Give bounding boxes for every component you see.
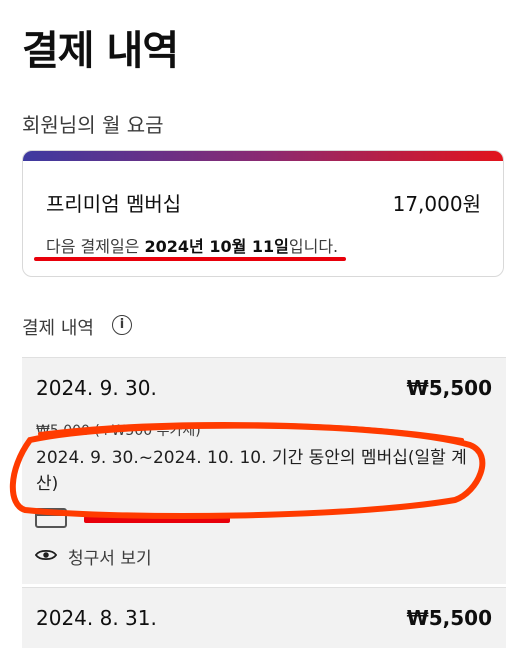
card-gradient-bar	[23, 151, 503, 161]
payment-description: 2024. 9. 30.~2024. 10. 10. 기간 동안의 멤버십(일할…	[36, 448, 467, 494]
redaction-bar	[84, 516, 230, 523]
view-invoice-link[interactable]: 청구서 보기	[68, 544, 152, 569]
plan-price: 17,000원	[392, 192, 481, 216]
payment-amount: ₩5,500	[406, 376, 492, 400]
history-item: 2024. 8. 31. ₩5,500	[22, 587, 506, 648]
next-billing-prefix: 다음 결제일은	[46, 237, 145, 256]
eye-icon[interactable]	[35, 548, 57, 562]
history-item: 2024. 9. 30. ₩5,500 ₩5,000 (+₩500 부가세) 2…	[22, 357, 506, 584]
history-label: 결제 내역	[22, 318, 94, 339]
monthly-fee-label: 회원님의 월 요금	[22, 113, 164, 137]
page-title: 결제 내역	[22, 28, 179, 74]
payment-date: 2024. 9. 30.	[36, 376, 157, 400]
underline-annotation	[34, 257, 346, 261]
payment-history-list: 2024. 9. 30. ₩5,500 ₩5,000 (+₩500 부가세) 2…	[22, 357, 506, 648]
info-icon[interactable]: i	[112, 315, 132, 335]
next-billing-date: 2024년 10월 11일	[144, 237, 289, 256]
credit-card-icon	[35, 508, 67, 528]
next-billing-text: 다음 결제일은 2024년 10월 11일입니다.	[46, 233, 338, 257]
payment-amount: ₩5,500	[406, 606, 492, 630]
next-billing-suffix: 입니다.	[288, 237, 339, 256]
payment-date: 2024. 8. 31.	[36, 606, 157, 630]
plan-name: 프리미엄 멤버십	[46, 192, 182, 216]
tax-detail: ₩5,000 (+₩500 부가세)	[36, 423, 201, 439]
